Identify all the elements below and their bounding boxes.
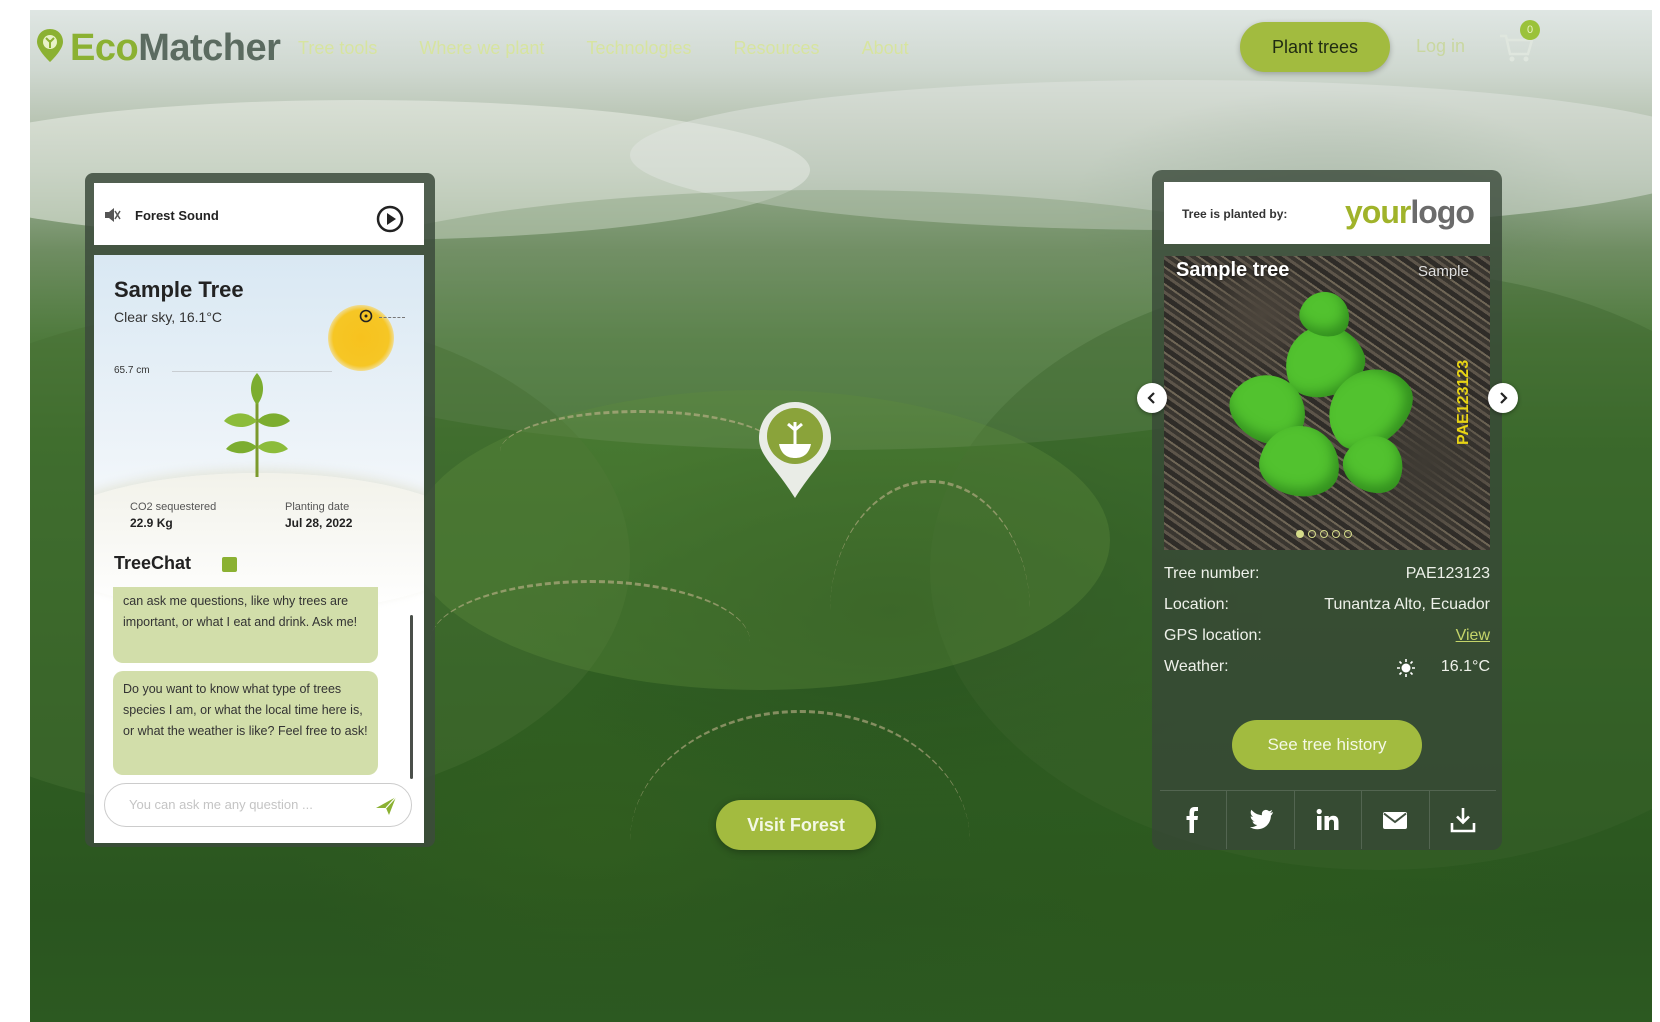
download-button[interactable] [1430,791,1496,849]
dirt-road [830,480,1030,743]
forest-sound-label: Forest Sound [135,208,219,223]
previous-photo-button[interactable] [1137,383,1167,413]
chat-scrollbar[interactable] [410,615,413,779]
seedling-icon [224,373,290,477]
planting-date-stat: Planting date Jul 28, 2022 [285,501,352,530]
speaker-muted-icon[interactable] [103,206,121,224]
planting-date-value: Jul 28, 2022 [285,516,353,530]
nav-link-resources[interactable]: Resources [734,36,820,60]
tree-card-weather: Clear sky, 16.1°C [114,309,223,325]
nav-link-tree-tools[interactable]: Tree tools [298,36,377,60]
facebook-icon [1186,807,1199,833]
sponsor-logo-logo: logo [1410,194,1475,230]
visit-forest-button[interactable]: Visit Forest [716,800,876,850]
logo-matcher-text: Matcher [138,27,281,69]
plant-trees-button[interactable]: Plant trees [1240,22,1390,72]
logo-wordmark: EcoMatcher [70,27,281,69]
ecomatcher-logo[interactable]: EcoMatcher [36,27,281,69]
photo-dot[interactable] [1332,530,1340,538]
nav-link-where-we-plant[interactable]: Where we plant [419,36,544,60]
photo-code-label: PAE123123 [1455,359,1472,445]
sponsor-logo-your: your [1345,194,1411,230]
see-tree-history-button[interactable]: See tree history [1232,720,1422,770]
weather-value: 16.1°C [1440,658,1490,675]
play-icon[interactable] [376,205,404,233]
photo-dot[interactable] [1344,530,1352,538]
clock-icon [359,309,373,323]
location-value: Tunantza Alto, Ecuador [1324,596,1490,613]
treechat-title: TreeChat [114,553,192,573]
weather-label: Weather: [1164,658,1229,675]
tree-number-value: PAE123123 [1405,565,1490,582]
chevron-right-icon [1500,392,1508,404]
tree-card: Sample Tree Clear sky, 16.1°C 65.7 cm CO… [94,255,424,843]
dirt-road [500,410,780,493]
photo-dot[interactable] [1296,530,1304,538]
chat-input[interactable] [127,796,361,813]
linkedin-icon [1316,808,1339,830]
sun-weather-icon [1397,659,1415,677]
sponsor-logo: yourlogo [1345,194,1475,231]
download-icon [1450,808,1476,833]
login-link[interactable]: Log in [1416,36,1465,57]
treechat-badge-icon [222,557,237,572]
nav-links: Tree tools Where we plant Technologies R… [298,36,951,60]
photo-dot[interactable] [1308,530,1316,538]
height-guide-line [172,371,332,372]
tree-height-label: 65.7 cm [114,365,150,376]
logo-pin-icon [37,29,63,62]
chat-input-box [104,783,412,827]
email-icon [1383,812,1408,829]
share-twitter-button[interactable] [1227,791,1295,849]
chevron-left-icon [1147,392,1155,404]
share-linkedin-button[interactable] [1295,791,1363,849]
dirt-road [430,580,750,703]
photo-dot[interactable] [1320,530,1328,538]
gps-location-label: GPS location: [1164,627,1262,644]
chat-message: can ask me questions, like why trees are… [113,587,378,663]
nav-link-technologies[interactable]: Technologies [586,36,691,60]
sun-path-line [379,317,405,318]
planted-by-label: Tree is planted by: [1182,207,1288,221]
tree-card-title: Sample Tree [114,277,244,302]
chat-message: Do you want to know what type of trees s… [113,671,378,775]
logo-eco-text: Eco [70,27,139,69]
co2-label: CO2 sequestered [130,501,217,513]
tree-number-label: Tree number: [1164,565,1260,582]
cart-count-badge: 0 [1520,20,1540,40]
gps-view-link[interactable]: View [1456,627,1490,645]
share-facebook-button[interactable] [1160,791,1228,849]
co2-value: 22.9 Kg [130,516,173,530]
location-label: Location: [1164,596,1229,613]
tree-photo[interactable] [1164,256,1490,550]
tree-location-pin-icon[interactable] [757,400,833,500]
photo-pagination [1296,530,1352,538]
send-icon[interactable] [375,796,397,816]
share-bar [1160,790,1496,849]
twitter-icon [1249,809,1273,830]
photo-title: Sample tree [1176,259,1290,281]
top-navigation: EcoMatcher Tree tools Where we plant Tec… [0,0,1660,100]
co2-stat: CO2 sequestered 22.9 Kg [130,501,216,530]
photo-watermark: Sample [1418,263,1469,280]
nav-link-about[interactable]: About [862,36,909,60]
planting-date-label: Planting date [285,501,350,513]
share-email-button[interactable] [1362,791,1430,849]
next-photo-button[interactable] [1488,383,1518,413]
